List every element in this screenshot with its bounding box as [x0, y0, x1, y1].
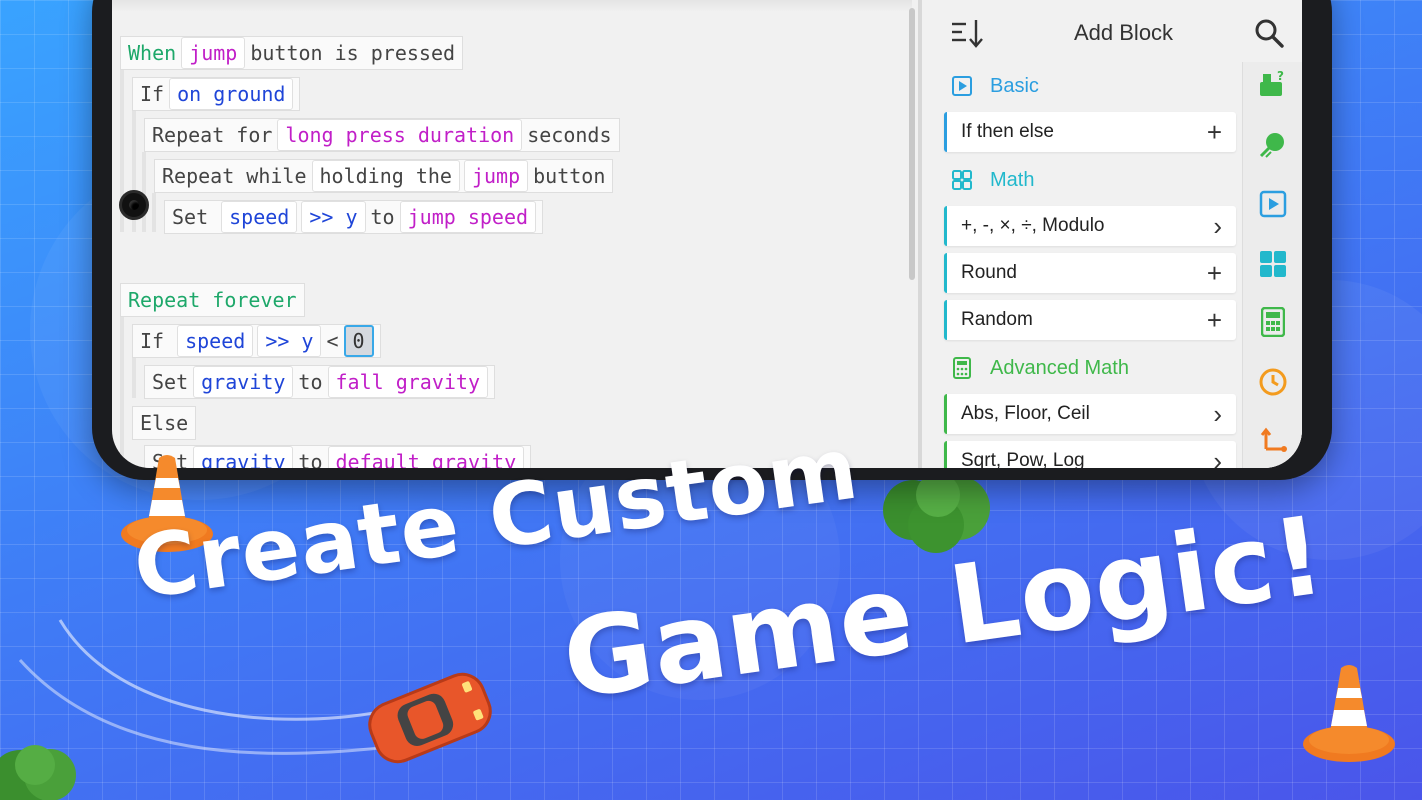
plus-icon[interactable]: + — [1207, 260, 1222, 286]
block-item-label: Round — [961, 262, 1017, 283]
less-than-operator: < — [326, 329, 339, 353]
to-keyword: to — [298, 370, 323, 394]
condition-chip[interactable]: on ground — [169, 78, 294, 110]
physics-icon[interactable] — [1257, 128, 1289, 160]
if-keyword: If — [140, 329, 165, 353]
jump-speed-value[interactable]: jump speed — [399, 201, 537, 233]
when-keyword: When — [128, 41, 177, 65]
y-component[interactable]: >> y — [257, 325, 322, 357]
set-gravity-block[interactable]: Set gravity to fall gravity — [144, 365, 496, 399]
calculator-icon[interactable] — [1257, 306, 1289, 338]
category-label: Basic — [990, 74, 1039, 97]
event-text: button is pressed — [250, 41, 456, 65]
plus-icon[interactable]: + — [1207, 307, 1222, 333]
block-item-label: If then else — [961, 121, 1054, 142]
repeat-for-keyword: Repeat for — [152, 123, 273, 147]
category-label: Advanced Math — [990, 356, 1129, 379]
block-item-random[interactable]: Random + — [944, 300, 1236, 340]
default-gravity-value[interactable]: default gravity — [327, 446, 525, 468]
else-keyword: Else — [140, 411, 189, 435]
block-item-abs-floor-ceil[interactable]: Abs, Floor, Ceil › — [944, 394, 1236, 434]
editor-scrollbar[interactable] — [909, 8, 915, 280]
to-keyword: to — [370, 205, 395, 229]
block-item-label: +, -, ×, ÷, Modulo — [961, 215, 1105, 236]
speed-variable[interactable]: speed — [221, 201, 298, 233]
set-keyword: Set — [152, 370, 189, 394]
holding-chip[interactable]: holding the — [311, 160, 460, 192]
tree-bottom-left — [0, 745, 76, 800]
chevron-right-icon[interactable]: › — [1213, 401, 1222, 427]
when-block[interactable]: When jump button is pressed — [120, 36, 464, 70]
panel-header: Add Block — [924, 0, 1302, 62]
traffic-cone-right — [1303, 665, 1395, 762]
category-label: Math — [990, 168, 1035, 191]
category-math[interactable]: Math — [950, 168, 1034, 192]
category-advanced-math[interactable]: Advanced Math — [950, 356, 1129, 380]
phone-screen: When jump button is pressed If on ground… — [112, 0, 1302, 468]
chevron-right-icon[interactable]: › — [1213, 448, 1222, 468]
math-grid-icon[interactable] — [1257, 248, 1289, 280]
variables-icon[interactable] — [1257, 426, 1289, 458]
repeat-while-block[interactable]: Repeat while holding the jump button — [154, 159, 614, 193]
sensor-question-icon[interactable]: ? — [1257, 68, 1289, 100]
set-keyword: Set — [172, 205, 209, 229]
y-component[interactable]: >> y — [301, 201, 366, 233]
repeat-for-block[interactable]: Repeat for long press duration seconds — [144, 118, 620, 152]
seconds-text: seconds — [527, 123, 612, 147]
panel-title: Add Block — [1074, 20, 1174, 45]
block-item-label: Sqrt, Pow, Log — [961, 450, 1085, 468]
search-icon[interactable] — [1254, 18, 1284, 48]
play-square-icon[interactable] — [1257, 188, 1289, 220]
calculator-icon — [950, 356, 974, 380]
zero-input[interactable]: 0 — [343, 325, 374, 357]
block-item-label: Random — [961, 309, 1033, 330]
block-rail — [120, 316, 124, 468]
if-block[interactable]: If on ground — [132, 77, 301, 111]
panel-divider[interactable] — [918, 0, 922, 468]
if-keyword: If — [140, 82, 165, 106]
to-keyword: to — [298, 450, 323, 468]
category-basic[interactable]: Basic — [950, 74, 1039, 98]
set-speed-block[interactable]: Set speed >> y to jump speed — [164, 200, 544, 234]
repeat-forever-keyword: Repeat forever — [128, 288, 297, 312]
block-item-round[interactable]: Round + — [944, 253, 1236, 293]
event-block[interactable]: When jump button is pressed — [120, 36, 464, 70]
block-item-sqrt-pow-log[interactable]: Sqrt, Pow, Log › — [944, 441, 1236, 468]
plus-icon[interactable]: + — [1207, 119, 1222, 145]
race-car — [368, 672, 492, 764]
jump-chip[interactable]: jump — [463, 160, 529, 192]
sort-icon[interactable] — [950, 18, 984, 48]
button-text: button — [533, 164, 606, 188]
block-rail — [132, 357, 136, 398]
clock-icon[interactable] — [1257, 366, 1289, 398]
duration-chip[interactable]: long press duration — [277, 119, 523, 151]
repeat-while-keyword: Repeat while — [162, 164, 307, 188]
if-speed-block[interactable]: If speed >> y < 0 — [132, 324, 381, 358]
math-grid-icon — [950, 168, 974, 192]
svg-text:?: ? — [1277, 69, 1284, 83]
block-item-arithmetic[interactable]: +, -, ×, ÷, Modulo › — [944, 206, 1236, 246]
play-square-icon — [950, 74, 974, 98]
category-tab-bar: ? — [1242, 62, 1302, 468]
code-editor[interactable]: When jump button is pressed If on ground… — [112, 0, 912, 468]
gravity-variable[interactable]: gravity — [193, 366, 294, 398]
block-item-if-then-else[interactable]: If then else + — [944, 112, 1236, 152]
block-item-label: Abs, Floor, Ceil — [961, 403, 1090, 424]
front-camera — [119, 190, 149, 220]
jump-input[interactable]: jump — [181, 37, 246, 69]
chevron-right-icon[interactable]: › — [1213, 213, 1222, 239]
else-block[interactable]: Else — [132, 406, 197, 440]
repeat-forever-block[interactable]: Repeat forever — [120, 283, 305, 317]
block-rail — [152, 193, 156, 232]
fall-gravity-value[interactable]: fall gravity — [327, 366, 489, 398]
speed-variable[interactable]: speed — [177, 325, 254, 357]
add-block-panel: Add Block Basic If then else + Math +, - — [924, 0, 1302, 468]
